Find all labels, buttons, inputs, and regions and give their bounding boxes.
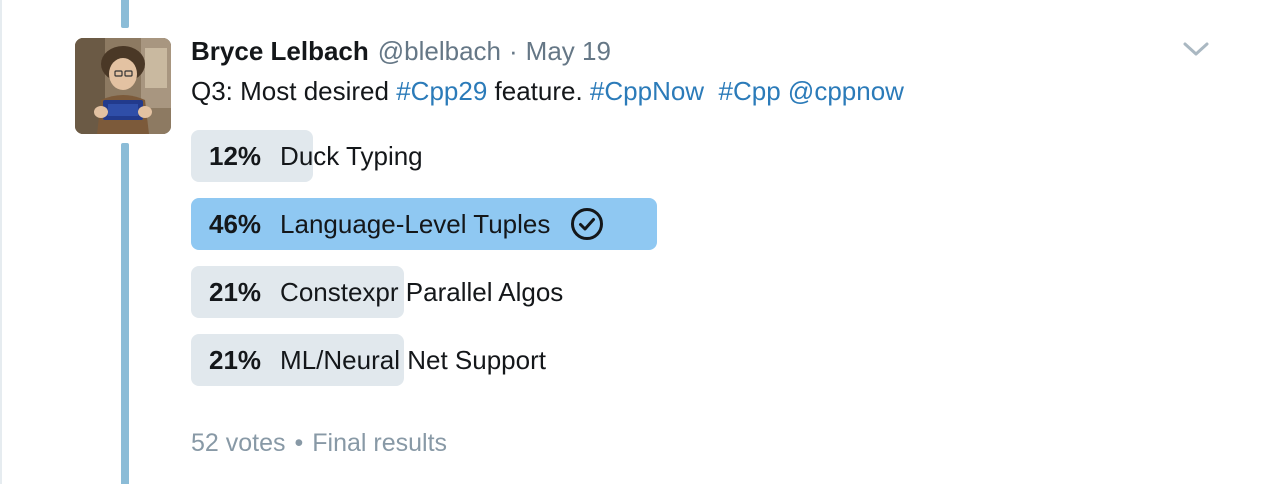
tweet-text-segment	[704, 76, 718, 107]
poll-option: 12% Duck Typing	[191, 130, 1191, 182]
poll-percent: 21%	[209, 276, 262, 307]
poll-option: 46% Language-Level Tuples	[191, 198, 1191, 250]
tweet-date[interactable]: May 19	[526, 36, 611, 67]
author-handle[interactable]: @blelbach	[378, 36, 501, 67]
thread-line-bottom	[121, 143, 129, 484]
hashtag-link[interactable]: #Cpp29	[396, 76, 487, 107]
tweet-text: Q3: Most desired #Cpp29 feature. #CppNow…	[191, 73, 904, 109]
poll-percent: 12%	[209, 140, 262, 171]
vote-count: 52 votes	[191, 428, 286, 457]
poll-option: 21% ML/Neural Net Support	[191, 334, 1191, 386]
poll-percent: 46%	[209, 208, 262, 239]
tweet-text-segment: Q3: Most desired	[191, 75, 397, 106]
author-name[interactable]: Bryce Lelbach	[191, 36, 369, 67]
thread-line-top	[121, 0, 129, 28]
check-circle-icon	[570, 207, 604, 241]
footer-separator: •	[294, 428, 304, 457]
poll-footer: 52 votes • Final results	[191, 425, 447, 461]
more-options-button[interactable]	[1182, 38, 1210, 60]
poll-label: ML/Neural Net Support	[280, 344, 546, 375]
tweet-header: Bryce Lelbach @blelbach · May 19	[191, 33, 611, 69]
poll-status: Final results	[312, 428, 448, 457]
poll-percent: 21%	[209, 344, 262, 375]
poll-label: Constexpr Parallel Algos	[280, 276, 564, 307]
chevron-down-icon	[1183, 42, 1209, 56]
avatar[interactable]	[75, 38, 171, 134]
avatar-image	[75, 38, 171, 134]
hashtag-link[interactable]: #CppNow	[590, 76, 704, 107]
left-border	[0, 0, 2, 484]
header-separator: ·	[509, 35, 518, 66]
tweet-text-segment	[781, 76, 788, 107]
poll-label: Language-Level Tuples	[280, 208, 551, 239]
poll-option: 21% Constexpr Parallel Algos	[191, 266, 1191, 318]
tweet-text-segment: feature.	[487, 75, 590, 106]
hashtag-link[interactable]: #Cpp	[719, 76, 781, 107]
mention-link[interactable]: @cppnow	[788, 76, 904, 107]
poll-label: Duck Typing	[280, 140, 423, 171]
